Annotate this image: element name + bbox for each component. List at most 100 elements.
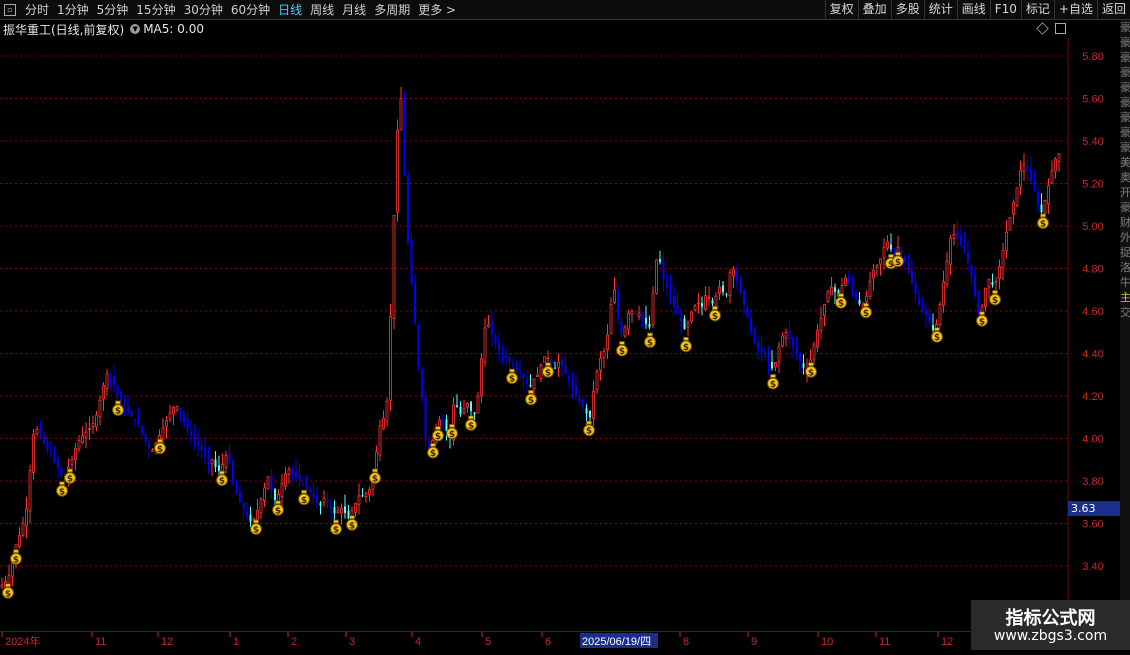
side-list-item[interactable]: 主 bbox=[1120, 290, 1130, 305]
tab-60min[interactable]: 60分钟 bbox=[227, 1, 274, 18]
candle-body bbox=[554, 367, 556, 369]
side-list-item[interactable]: 豪 bbox=[1120, 125, 1130, 140]
y-tick-label: 5.80 bbox=[1082, 51, 1103, 63]
chart-info-bar: 振华重工(日线,前复权) ▼ MA5: 0.00 bbox=[0, 20, 1070, 38]
candle-body bbox=[165, 420, 168, 427]
candle-body bbox=[333, 507, 336, 514]
window-menu-icon[interactable]: ▫ bbox=[4, 3, 16, 16]
candle-body bbox=[1008, 217, 1012, 231]
candle-body bbox=[221, 464, 224, 473]
mark-button[interactable]: 标记 bbox=[1020, 0, 1054, 19]
candle-body bbox=[602, 350, 606, 359]
tab-weekly[interactable]: 周线 bbox=[306, 1, 338, 18]
side-list-item[interactable]: 洛 bbox=[1120, 260, 1130, 275]
candle-body bbox=[232, 461, 234, 485]
candle-body bbox=[676, 305, 679, 315]
svg-text:$: $ bbox=[219, 477, 225, 487]
candle-body bbox=[826, 291, 830, 302]
money-bag-icon: $ bbox=[583, 420, 595, 437]
date-label: 5 bbox=[485, 636, 491, 648]
tab-more[interactable]: 更多 > bbox=[414, 1, 460, 18]
candle-body bbox=[193, 436, 196, 442]
candle-body bbox=[911, 271, 913, 284]
side-list-item[interactable]: 开 bbox=[1120, 185, 1130, 200]
money-bag-icon: $ bbox=[680, 336, 692, 353]
candle-body bbox=[298, 473, 301, 481]
panel-toggle-icon[interactable] bbox=[1055, 23, 1066, 34]
fuquan-button[interactable]: 复权 bbox=[824, 0, 858, 19]
side-list-item[interactable]: 豪 bbox=[1120, 110, 1130, 125]
candle-body bbox=[834, 287, 836, 292]
svg-text:$: $ bbox=[934, 333, 940, 343]
overlay-button[interactable]: 叠加 bbox=[857, 0, 891, 19]
candle-body bbox=[57, 460, 59, 469]
candle-body bbox=[812, 344, 816, 360]
candle-body bbox=[659, 259, 661, 263]
tab-1min[interactable]: 1分钟 bbox=[53, 1, 93, 18]
side-list-item[interactable]: 牛 bbox=[1120, 275, 1130, 290]
candle-body bbox=[686, 323, 690, 328]
candle-body bbox=[736, 269, 738, 282]
right-side-list[interactable]: 豪豪豪豪豪豪豪豪豪美奥开豪财外捉洛牛主交 bbox=[1120, 20, 1130, 632]
tab-monthly[interactable]: 月线 bbox=[338, 1, 370, 18]
side-list-item[interactable]: 豪 bbox=[1120, 80, 1130, 95]
candle-body bbox=[666, 281, 668, 288]
tab-fenshi[interactable]: 分时 bbox=[21, 1, 53, 18]
tab-5min[interactable]: 5分钟 bbox=[93, 1, 133, 18]
side-list-item[interactable]: 外 bbox=[1120, 230, 1130, 245]
tab-30min[interactable]: 30分钟 bbox=[180, 1, 227, 18]
candle-body bbox=[266, 476, 270, 490]
candle-body bbox=[200, 445, 203, 451]
side-list-item[interactable]: 豪 bbox=[1120, 200, 1130, 215]
candle-body bbox=[354, 502, 357, 513]
indicator-dropdown-icon[interactable]: ▼ bbox=[130, 24, 141, 34]
tab-multi-period[interactable]: 多周期 bbox=[370, 1, 414, 18]
candle-body bbox=[417, 325, 420, 367]
side-list-item[interactable]: 奥 bbox=[1120, 170, 1130, 185]
svg-text:$: $ bbox=[586, 427, 592, 437]
tab-daily[interactable]: 日线 bbox=[274, 1, 306, 18]
candle-body bbox=[683, 318, 686, 330]
candle-body bbox=[571, 379, 574, 389]
svg-text:$: $ bbox=[468, 421, 474, 431]
side-list-item[interactable]: 豪 bbox=[1120, 35, 1130, 50]
side-list-item[interactable]: 美 bbox=[1120, 155, 1130, 170]
side-list-item[interactable]: 豪 bbox=[1120, 20, 1130, 35]
side-list-item[interactable]: 豪 bbox=[1120, 140, 1130, 155]
svg-text:$: $ bbox=[449, 430, 455, 440]
back-button[interactable]: 返回 bbox=[1096, 0, 1130, 19]
stats-button[interactable]: 统计 bbox=[923, 0, 957, 19]
candle-body bbox=[350, 510, 354, 517]
side-list-item[interactable]: 豪 bbox=[1120, 65, 1130, 80]
candle-body bbox=[456, 405, 458, 407]
side-list-item[interactable]: 捉 bbox=[1120, 245, 1130, 260]
kline-chart[interactable]: 5.80 5.60 5.40 5.20 5.00 4.80 4.60 4.40 4.20 4.00… bbox=[0, 38, 1130, 632]
side-list-item[interactable]: 交 bbox=[1120, 305, 1130, 320]
side-list-item[interactable]: 财 bbox=[1120, 215, 1130, 230]
candle-body bbox=[137, 418, 140, 426]
money-bag-icon: $ bbox=[446, 423, 458, 440]
draw-line-button[interactable]: 画线 bbox=[956, 0, 990, 19]
candle-body bbox=[249, 514, 252, 522]
side-list-item[interactable]: 豪 bbox=[1120, 50, 1130, 65]
candle-body bbox=[344, 506, 346, 513]
multi-stock-button[interactable]: 多股 bbox=[890, 0, 924, 19]
candle-body bbox=[284, 473, 287, 487]
f10-button[interactable]: F10 bbox=[989, 0, 1021, 19]
svg-text:$: $ bbox=[67, 475, 73, 485]
svg-text:$: $ bbox=[435, 432, 441, 442]
tab-15min[interactable]: 15分钟 bbox=[132, 1, 179, 18]
candle-body bbox=[904, 256, 906, 263]
candle-body bbox=[1026, 165, 1029, 172]
candle-body bbox=[407, 174, 409, 242]
candle-body bbox=[519, 372, 521, 374]
ma5-label: MA5: 0.00 bbox=[143, 22, 204, 36]
candle-body bbox=[750, 316, 752, 332]
candle-body bbox=[81, 435, 84, 443]
candle-body bbox=[242, 502, 245, 510]
candle-body bbox=[403, 99, 406, 176]
add-watchlist-button[interactable]: +自选 bbox=[1053, 0, 1097, 19]
candle-body bbox=[921, 306, 924, 312]
candle-body bbox=[476, 395, 480, 414]
side-list-item[interactable]: 豪 bbox=[1120, 95, 1130, 110]
